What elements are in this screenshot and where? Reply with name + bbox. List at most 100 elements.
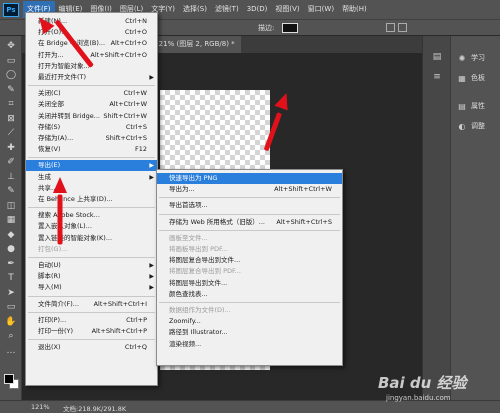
menu-option[interactable]: 自动(U) ▶ <box>26 260 157 271</box>
history-icon[interactable]: ▤ <box>430 50 444 64</box>
menu-item[interactable]: 窗口(W) <box>304 1 338 18</box>
menu-option[interactable]: 导入(M) ▶ <box>26 282 157 293</box>
menu-item[interactable]: 选择(S) <box>179 1 211 18</box>
menu-option[interactable]: 将图层复合导出到文件... <box>157 255 342 266</box>
menu-option[interactable]: 搜索 Adobe Stock... <box>26 210 157 221</box>
crop-icon[interactable]: ⌗ <box>5 98 17 110</box>
foreground-color-swatch[interactable] <box>4 374 14 384</box>
menu-option[interactable]: 脚本(R) ▶ <box>26 271 157 282</box>
menu-option[interactable]: 文件简介(F)... Alt+Shift+Ctrl+I <box>26 299 157 310</box>
more-icon[interactable]: … <box>5 345 17 357</box>
menu-option-label: 最近打开文件(T) <box>38 73 87 81</box>
shortcut-label: Alt+Shift+Ctrl+P <box>91 327 147 335</box>
menu-option[interactable]: 置入链接的智能对象(K)... <box>26 233 157 244</box>
brush-settings-icon[interactable]: ≡ <box>430 70 444 84</box>
menu-option[interactable]: 快速导出为 PNG <box>157 173 342 184</box>
menu-option[interactable]: Zoomify... <box>157 316 342 327</box>
menu-option[interactable]: 导出(E) ▶ <box>26 160 157 172</box>
move-icon[interactable]: ✥ <box>5 40 17 52</box>
menu-option[interactable]: 关闭(C) Ctrl+W <box>26 88 157 99</box>
menu-option-label: 打印一份(Y) <box>38 327 74 335</box>
bulb-icon: ✺ <box>458 53 466 63</box>
history-brush-icon[interactable]: ✎ <box>5 185 17 197</box>
type-icon[interactable]: T <box>5 272 17 284</box>
menu-option-label: 导出为... <box>169 185 195 194</box>
menu-option[interactable]: 生成 ▶ <box>26 172 157 183</box>
zoom-level[interactable]: 121% <box>31 403 50 411</box>
stroke-swatch[interactable] <box>282 23 298 33</box>
dodge-icon[interactable]: ● <box>5 243 17 255</box>
menu-option[interactable]: 打开为... Alt+Shift+Ctrl+O <box>26 50 157 61</box>
stamp-icon[interactable]: ⊥ <box>5 171 17 183</box>
menu-option[interactable]: 将图层导出到文件... <box>157 278 342 289</box>
menu-option[interactable]: 打印一份(Y) Alt+Shift+Ctrl+P <box>26 326 157 337</box>
menu-option[interactable]: 存储(S) Ctrl+S <box>26 122 157 133</box>
panel-button-0[interactable]: ✺ 学习 <box>451 48 500 68</box>
menu-option-label: 自动(U) <box>38 261 61 269</box>
file-menu: 新建(N)... Ctrl+N 打开(O)... Ctrl+O 在 Bridge 中浏览… <box>25 12 158 386</box>
panel-button-3[interactable]: ◐ 调整 <box>451 116 500 136</box>
menu-item[interactable]: 视图(V) <box>271 1 303 18</box>
panel-button-2[interactable]: ▤ 属性 <box>451 96 500 116</box>
zoom-icon[interactable]: ⌕ <box>5 330 17 342</box>
menu-option[interactable]: 渲染视频... <box>157 339 342 350</box>
menu-option-label: 快速导出为 PNG <box>169 174 218 182</box>
menu-option[interactable]: 在 Behance 上共享(D)... <box>26 194 157 205</box>
eyedropper-icon[interactable]: ⟋ <box>5 127 17 139</box>
menu-option: 将图层复合导出到 PDF... <box>157 266 342 277</box>
menu-option[interactable]: 关闭全部 Alt+Ctrl+W <box>26 99 157 110</box>
brush-icon[interactable]: ✐ <box>5 156 17 168</box>
menu-option[interactable]: 存储为 Web 所用格式（旧版）... Alt+Shift+Ctrl+S <box>157 217 342 228</box>
collapsed-panel-strip: ▤ ≡ <box>422 36 450 400</box>
menu-option[interactable]: 退出(X) Ctrl+Q <box>26 342 157 353</box>
panel-button-1[interactable]: ▦ 色板 <box>451 68 500 88</box>
shortcut-label: Alt+Ctrl+O <box>110 39 147 48</box>
submenu-arrow-icon: ▶ <box>149 162 154 170</box>
shortcut-label: Ctrl+W <box>123 89 147 98</box>
menu-option[interactable]: 关闭并转到 Bridge... Shift+Ctrl+W <box>26 111 157 122</box>
hand-icon[interactable]: ✋ <box>5 316 17 328</box>
shortcut-label: Alt+Shift+Ctrl+W <box>274 185 332 194</box>
menu-option[interactable]: 打印(P)... Ctrl+P <box>26 315 157 326</box>
menu-option[interactable]: 最近打开文件(T) ▶ <box>26 72 157 83</box>
pen-icon[interactable]: ✒ <box>5 258 17 270</box>
menu-option[interactable]: 在 Bridge 中浏览(B)... Alt+Ctrl+O <box>26 38 157 49</box>
path-select-icon[interactable]: ➤ <box>5 287 17 299</box>
menu-option-label: 关闭并转到 Bridge... <box>38 111 100 120</box>
healing-icon[interactable]: ✚ <box>5 142 17 154</box>
menu-item[interactable]: 帮助(H) <box>338 1 371 18</box>
export-submenu: 快速导出为 PNG 导出为... Alt+Shift+Ctrl+W 导出首选项... 存… <box>156 169 343 366</box>
panel-label: 学习 <box>471 54 485 62</box>
shape-icon[interactable]: ▭ <box>5 301 17 313</box>
align-icon[interactable] <box>386 23 395 32</box>
marquee-icon[interactable]: ▭ <box>5 55 17 67</box>
menu-item[interactable]: 滤镜(T) <box>211 1 243 18</box>
annotation-arrow-shaft <box>57 194 63 245</box>
eraser-icon[interactable]: ◫ <box>5 200 17 212</box>
menu-option[interactable]: 置入嵌入对象(L)... <box>26 221 157 232</box>
menu-option[interactable]: 路径到 Illustrator... <box>157 327 342 338</box>
blur-icon[interactable]: ◆ <box>5 229 17 241</box>
stroke-label: 描边: <box>258 24 275 32</box>
menu-option[interactable]: 导出首选项... <box>157 200 342 211</box>
panel-label: 调整 <box>471 122 485 130</box>
shortcut-label: Shift+Ctrl+W <box>103 111 147 120</box>
menu-separator <box>28 85 155 87</box>
menu-option[interactable]: 恢复(V) F12 <box>26 144 157 155</box>
frame-icon[interactable]: ⊠ <box>5 113 17 125</box>
menu-option-label: 恢复(V) <box>38 145 61 154</box>
gradient-icon[interactable]: ▦ <box>5 214 17 226</box>
menu-option-label: 导出(E) <box>38 161 61 170</box>
menu-option[interactable]: 颜色查找表... <box>157 289 342 300</box>
menu-option[interactable]: 导出为... Alt+Shift+Ctrl+W <box>157 184 342 195</box>
menu-option[interactable]: 存储为(A)... Shift+Ctrl+S <box>26 133 157 144</box>
distribute-icon[interactable] <box>398 23 407 32</box>
shortcut-label: Ctrl+N <box>125 17 147 25</box>
menu-item[interactable]: 3D(D) <box>243 1 272 18</box>
menu-separator <box>159 229 340 231</box>
menu-separator <box>28 295 155 297</box>
quick-select-icon[interactable]: ✎ <box>5 84 17 96</box>
menu-option[interactable]: 共享... <box>26 183 157 194</box>
lasso-icon[interactable]: ◯ <box>5 69 17 81</box>
menu-option-label: 画板至文件... <box>169 233 208 242</box>
